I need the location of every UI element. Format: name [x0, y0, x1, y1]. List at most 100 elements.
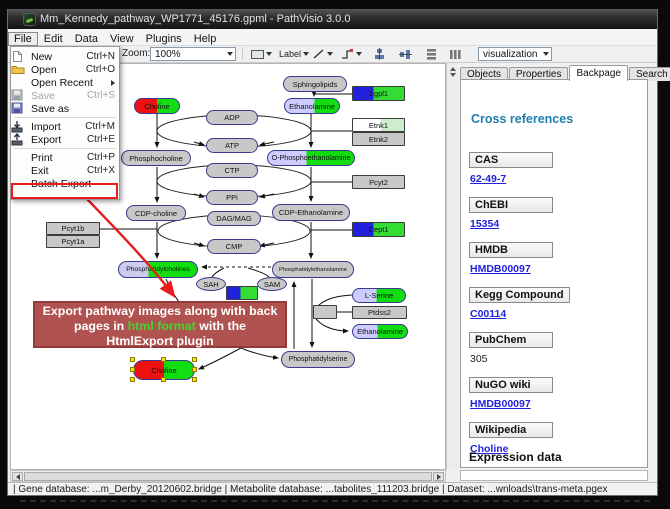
node-unlabeled[interactable] — [226, 286, 258, 300]
node-label: L-Serine — [365, 291, 393, 300]
selection-handle[interactable] — [130, 357, 135, 362]
app-icon — [23, 13, 36, 26]
node-etnk2[interactable]: Etnk2 — [352, 132, 405, 146]
node-etnk1[interactable]: Etnk1 — [352, 118, 405, 132]
align-middle-button[interactable] — [396, 47, 415, 61]
zoom-combobox[interactable]: 100% — [150, 47, 236, 61]
splitter-down-icon[interactable] — [450, 73, 456, 77]
menu-item-shortcut: Ctrl+O — [86, 64, 115, 75]
menu-help[interactable]: Help — [188, 32, 223, 46]
scrollbar-thumb[interactable] — [24, 472, 432, 481]
node-ethanolamine[interactable]: Ethanolamine — [352, 324, 408, 339]
node-ppi[interactable]: PPi — [206, 190, 258, 205]
selection-handle[interactable] — [192, 357, 197, 362]
node-label: CTP — [225, 166, 240, 175]
node-label: ATP — [225, 141, 239, 150]
selection-handle[interactable] — [192, 377, 197, 382]
reference-link[interactable]: 62-49-7 — [470, 173, 506, 185]
node-cdp-ethanolamine[interactable]: CDP-Ethanolamine — [272, 204, 350, 221]
file-menu-item-open[interactable]: OpenCtrl+O — [11, 63, 119, 76]
file-menu-item-exit[interactable]: ExitCtrl+X — [11, 164, 119, 177]
file-menu-item-save[interactable]: SaveCtrl+S — [11, 89, 119, 102]
visualization-value: visualization — [483, 49, 537, 60]
reference-link[interactable]: 15354 — [470, 218, 499, 230]
horizontal-scrollbar[interactable] — [10, 470, 446, 482]
node-cept1[interactable]: Cept1 — [352, 222, 405, 237]
visualization-combobox[interactable]: visualization — [478, 47, 552, 61]
panel-splitter[interactable] — [446, 63, 458, 470]
node-label: Pcyt1a — [62, 237, 85, 246]
menu-item-label: Save as — [31, 103, 115, 115]
node-phosphatidylcholines[interactable]: Phosphatidylcholines — [118, 261, 198, 278]
file-menu-item-print[interactable]: PrintCtrl+P — [11, 151, 119, 164]
node-label: CDP-choline — [135, 209, 177, 218]
align-center-icon — [373, 48, 386, 60]
node-pcyt1a[interactable]: Pcyt1a — [46, 235, 100, 248]
distribute-rows-button[interactable] — [422, 47, 441, 61]
file-menu-item-new[interactable]: NewCtrl+N — [11, 50, 119, 63]
node-sphingolipids[interactable]: Sphingolipids — [283, 76, 347, 92]
backpage-panel[interactable]: Cross references CAS62-49-7ChEBI15354HMD… — [460, 79, 648, 468]
splitter-up-icon[interactable] — [450, 67, 456, 71]
node-label: Phosphatidylserine — [289, 356, 348, 363]
node-pcyt1b[interactable]: Pcyt1b — [46, 222, 100, 235]
menu-edit[interactable]: Edit — [38, 32, 69, 46]
node-pcyt2[interactable]: Pcyt2 — [352, 175, 405, 189]
reference-link[interactable]: HMDB00097 — [470, 398, 531, 410]
line-tool-button[interactable] — [310, 47, 336, 61]
tab-backpage[interactable]: Backpage — [569, 65, 627, 81]
node-label: Sphingolipids — [293, 80, 338, 89]
panel-bottom-field[interactable] — [460, 470, 648, 481]
selection-handle[interactable] — [130, 377, 135, 382]
menu-file[interactable]: File — [8, 32, 38, 46]
node-label: Ptdss2 — [368, 308, 391, 317]
selection-handle[interactable] — [161, 377, 166, 382]
title-bar[interactable]: Mm_Kennedy_pathway_WP1771_45176.gpml - P… — [8, 9, 657, 29]
node-l-serine[interactable]: L-Serine — [352, 288, 406, 303]
menu-view[interactable]: View — [104, 32, 140, 46]
expression-data-heading: Expression data — [469, 450, 562, 464]
node-unlabeled[interactable] — [313, 305, 337, 319]
menu-plugins[interactable]: Plugins — [140, 32, 188, 46]
node-cmp[interactable]: CMP — [207, 239, 261, 254]
node-cdp-choline[interactable]: CDP-choline — [126, 205, 186, 221]
node-sah[interactable]: SAH — [196, 277, 226, 291]
node-choline[interactable]: Choline — [134, 98, 180, 114]
file-menu-item-export[interactable]: ExportCtrl+E — [11, 133, 119, 146]
scroll-left-button[interactable] — [12, 472, 23, 481]
node-phosphatidylethanolamine[interactable]: Phosphatidylethanolamine — [272, 261, 354, 278]
label-tool-button[interactable]: Label — [276, 47, 312, 61]
node-phosphatidylserine[interactable]: Phosphatidylserine — [281, 351, 355, 368]
reference-link[interactable]: C00114 — [470, 308, 506, 320]
export-icon — [14, 134, 31, 146]
connector-tool-button[interactable] — [338, 47, 365, 61]
reference-link[interactable]: HMDB00097 — [470, 263, 531, 275]
node-label: Ethanolamine — [289, 102, 335, 111]
distribute-columns-button[interactable] — [446, 47, 465, 61]
datanode-button[interactable] — [248, 47, 275, 61]
menu-separator — [14, 117, 116, 118]
node-label: Choline — [144, 102, 169, 111]
file-menu-item-save-as[interactable]: Save as — [11, 102, 119, 115]
selection-handle[interactable] — [161, 357, 166, 362]
node-sgpl1[interactable]: Sgpl1 — [352, 86, 405, 101]
save-icon — [14, 90, 31, 102]
node-ethanolamine[interactable]: Ethanolamine — [284, 98, 340, 114]
node-o-phosphoethanolamine[interactable]: O-Phosphoethanolamine — [267, 150, 355, 166]
screenshot-root: Mm_Kennedy_pathway_WP1771_45176.gpml - P… — [0, 0, 670, 509]
node-dag-mag[interactable]: DAG/MAG — [207, 211, 261, 226]
scroll-right-button[interactable] — [433, 472, 444, 481]
file-menu-item-open-recent[interactable]: Open Recent — [11, 76, 119, 89]
node-atp[interactable]: ATP — [206, 138, 258, 153]
align-center-button[interactable] — [370, 47, 389, 61]
reference-source-wikipedia: Wikipedia — [469, 422, 553, 438]
menu-data[interactable]: Data — [69, 32, 104, 46]
selection-handle[interactable] — [130, 367, 135, 372]
node-phosphocholine[interactable]: Phosphocholine — [121, 150, 191, 166]
node-adp[interactable]: ADP — [206, 110, 258, 125]
selection-handle[interactable] — [192, 367, 197, 372]
file-menu-item-import[interactable]: ImportCtrl+M — [11, 120, 119, 133]
node-ptdss2[interactable]: Ptdss2 — [352, 306, 407, 319]
node-ctp[interactable]: CTP — [206, 163, 258, 178]
node-sam[interactable]: SAM — [257, 277, 287, 291]
